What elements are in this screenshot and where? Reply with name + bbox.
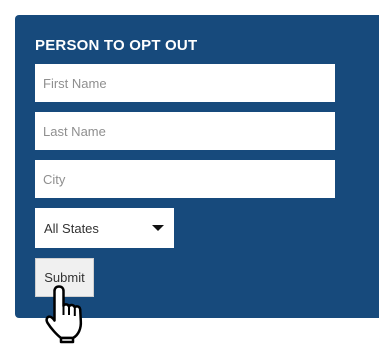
- city-input[interactable]: [35, 160, 335, 198]
- submit-button[interactable]: Submit: [35, 258, 94, 297]
- form-title: PERSON TO OPT OUT: [35, 37, 198, 54]
- state-select[interactable]: All States: [35, 208, 174, 248]
- opt-out-form-panel: PERSON TO OPT OUT All States Submit: [15, 15, 379, 318]
- caret-down-icon: [152, 225, 164, 231]
- state-select-value: All States: [44, 220, 99, 236]
- last-name-input[interactable]: [35, 112, 335, 150]
- first-name-input[interactable]: [35, 64, 335, 102]
